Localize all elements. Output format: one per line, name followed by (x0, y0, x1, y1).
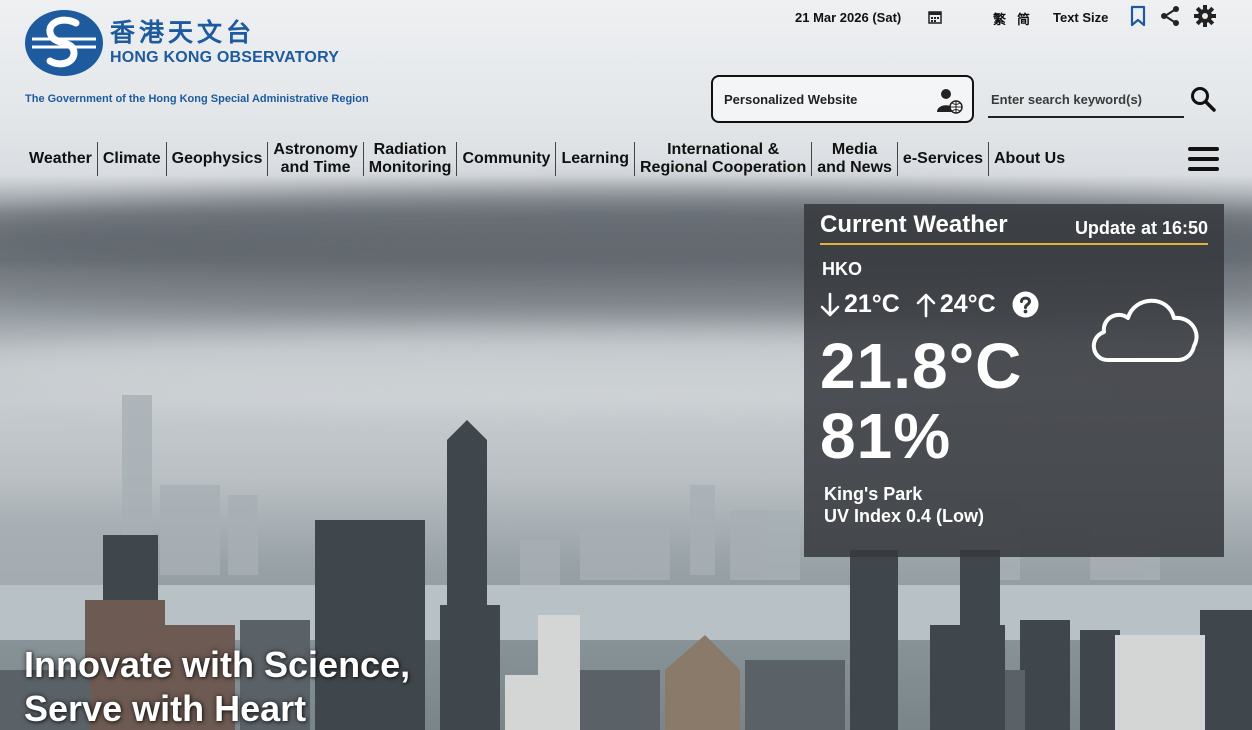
main-navigation: Weather Climate Geophysics Astronomy and… (24, 140, 1070, 178)
uv-station-name: King's Park (824, 484, 923, 504)
max-temperature: 24°C (939, 290, 996, 318)
current-weather-panel[interactable]: Current Weather Update at 16:50 HKO 21°C… (804, 204, 1224, 557)
help-question-icon[interactable] (1012, 291, 1039, 318)
slogan-line-1: Innovate with Science, (24, 644, 411, 685)
relative-humidity: 81% (820, 400, 952, 472)
search-input[interactable] (988, 82, 1184, 116)
hero-slogan: Innovate with Science, Serve with Heart (24, 643, 410, 730)
hamburger-menu-icon[interactable] (1188, 147, 1219, 171)
government-tagline: The Government of the Hong Kong Special … (25, 93, 369, 105)
lang-simplified-chinese[interactable]: 简 (1017, 9, 1030, 28)
hko-emblem-icon (25, 10, 103, 76)
arrow-up-icon (916, 293, 936, 317)
settings-gear-icon[interactable] (1194, 5, 1216, 27)
nav-climate[interactable]: Climate (96, 142, 166, 176)
nav-astronomy-and-time[interactable]: Astronomy and Time (267, 141, 362, 176)
text-size-button[interactable]: Text Size (1053, 10, 1108, 25)
nav-community[interactable]: Community (456, 142, 555, 176)
nav-learning[interactable]: Learning (555, 142, 634, 176)
nav-weather[interactable]: Weather (24, 142, 97, 176)
current-weather-title: Current Weather (820, 211, 1008, 238)
logo-chinese-name: 香港天文台 (110, 18, 256, 47)
personalized-website-button[interactable]: Personalized Website (711, 75, 974, 123)
bookmark-icon[interactable] (1127, 5, 1149, 27)
lang-traditional-chinese[interactable]: 繁 (993, 9, 1006, 28)
nav-radiation-monitoring[interactable]: Radiation Monitoring (362, 141, 457, 176)
share-icon[interactable] (1159, 5, 1181, 27)
station-name: HKO (822, 259, 862, 279)
calendar-icon[interactable] (928, 10, 942, 24)
search-box (988, 82, 1184, 118)
nav-international-cooperation[interactable]: International & Regional Cooperation (634, 141, 811, 176)
slogan-line-2: Serve with Heart (24, 688, 307, 729)
nav-about-us[interactable]: About Us (987, 142, 1070, 176)
nav-e-services[interactable]: e-Services (896, 142, 988, 176)
update-time: Update at 16:50 (1074, 218, 1208, 238)
personalized-website-label: Personalized Website (724, 91, 858, 107)
nav-media-and-news[interactable]: Media and News (811, 141, 897, 176)
search-icon[interactable] (1190, 86, 1216, 112)
user-globe-icon (937, 89, 963, 114)
cloudy-icon (1092, 298, 1199, 362)
logo-english-name: HONG KONG OBSERVATORY (110, 49, 340, 66)
uv-index: UV Index 0.4 (Low) (824, 506, 985, 526)
nav-geophysics[interactable]: Geophysics (165, 142, 268, 176)
arrow-down-icon (820, 292, 840, 316)
min-temperature: 21°C (844, 290, 900, 318)
hko-logo[interactable]: 香港天文台 HONG KONG OBSERVATORY (24, 9, 339, 77)
current-date: 21 Mar 2026 (Sat) (795, 10, 902, 25)
